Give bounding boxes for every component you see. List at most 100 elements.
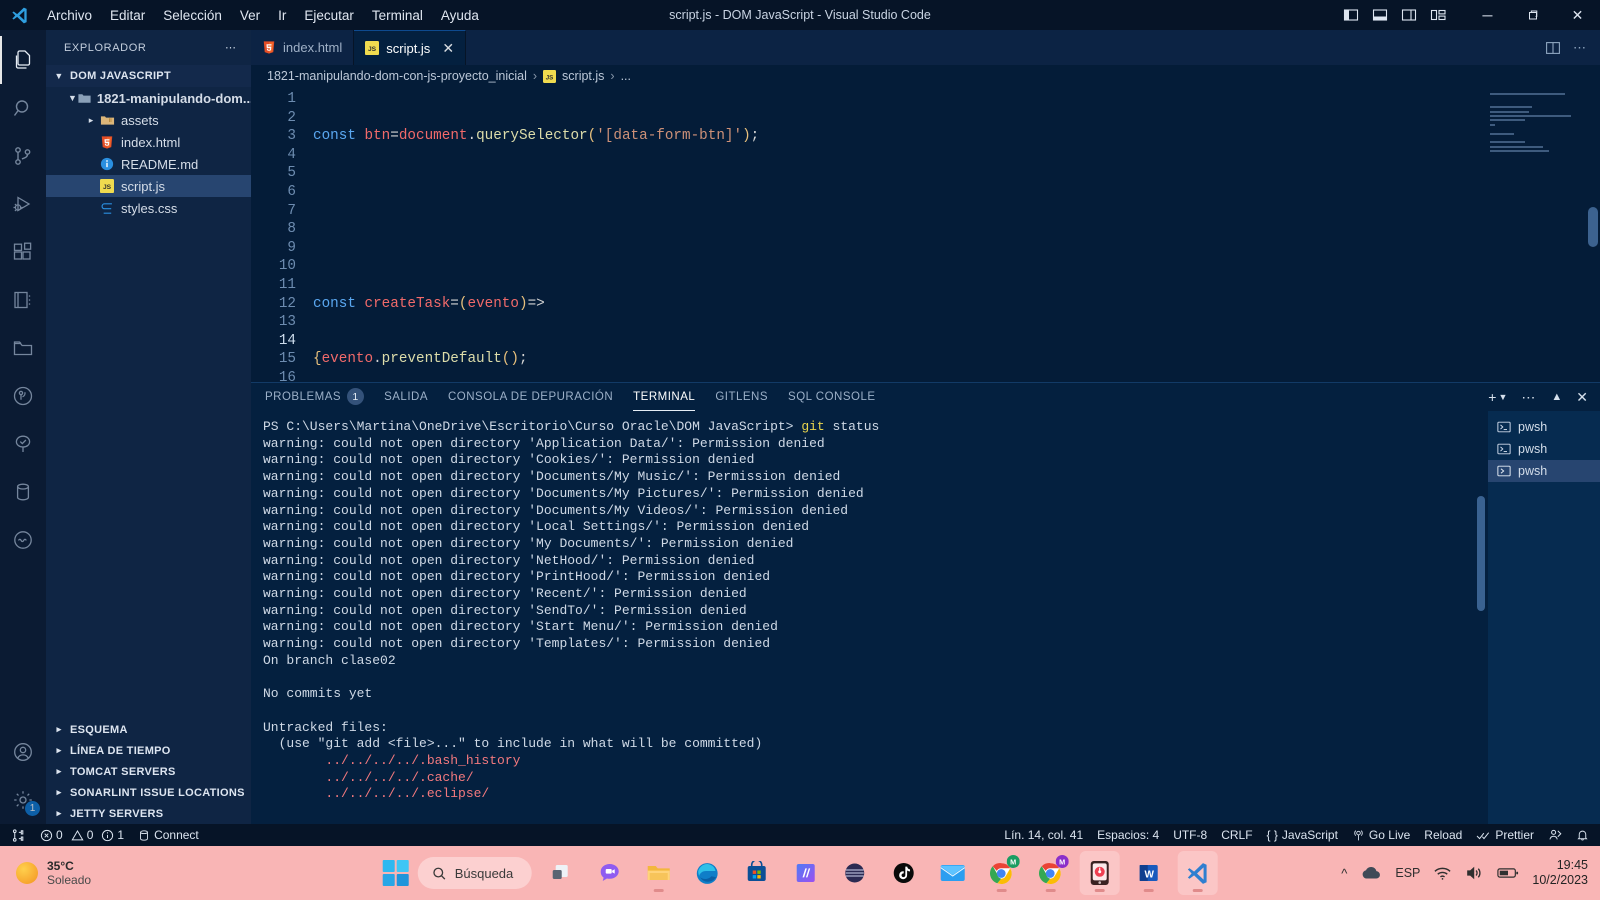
battery-icon[interactable] — [1497, 866, 1519, 880]
terminal-instance[interactable]: pwsh — [1488, 460, 1600, 482]
cursor-position[interactable]: Lín. 14, col. 41 — [997, 824, 1090, 846]
close-button[interactable]: ✕ — [1555, 0, 1600, 30]
go-live-button[interactable]: Go Live — [1345, 824, 1417, 846]
toggle-secondary-sidebar-icon[interactable] — [1396, 2, 1422, 28]
tree-item-index-html[interactable]: index.html — [46, 131, 251, 153]
tree-item-project-folder[interactable]: ▼ 1821-manipulando-dom... — [46, 87, 251, 109]
taskbar-app-mail[interactable] — [932, 851, 972, 895]
panel-tabs[interactable]: PROBLEMAS 1 SALIDA CONSOLA DE DEPURACIÓN… — [251, 383, 1600, 411]
menu-ir[interactable]: Ir — [269, 4, 295, 27]
tree-item-assets[interactable]: ▸ assets — [46, 109, 251, 131]
taskbar-app-file-explorer[interactable] — [638, 851, 678, 895]
notifications-bell[interactable] — [1569, 824, 1596, 846]
menu-ayuda[interactable]: Ayuda — [432, 4, 488, 27]
taskbar-app-microsoft-edge[interactable] — [687, 851, 727, 895]
manage-settings-button[interactable]: 1 — [0, 776, 46, 824]
new-terminal-icon[interactable]: + ▼ — [1488, 389, 1507, 405]
minimap[interactable] — [1490, 93, 1582, 154]
database-connect-button[interactable]: Connect — [131, 824, 206, 846]
eol[interactable]: CRLF — [1214, 824, 1259, 846]
tray-overflow-icon[interactable]: ^ — [1341, 866, 1347, 881]
sidebar-item-extensions[interactable] — [0, 228, 46, 276]
terminal-instance[interactable]: pwsh — [1488, 416, 1600, 438]
taskbar-app-chat[interactable] — [589, 851, 629, 895]
cloud-icon[interactable] — [1360, 865, 1382, 881]
breadcrumb-symbol[interactable]: ... — [621, 69, 631, 83]
customize-layout-icon[interactable] — [1425, 2, 1451, 28]
panel-more-icon[interactable]: ⋯ — [1521, 389, 1537, 406]
taskbar-app-tiktok[interactable] — [883, 851, 923, 895]
taskbar-app-media-player[interactable] — [1079, 851, 1120, 895]
taskbar-app-task-view[interactable] — [540, 851, 580, 895]
tab-index-html[interactable]: index.html — [251, 30, 355, 65]
workspace-root-header[interactable]: ▼ DOM JAVASCRIPT — [46, 65, 251, 87]
sidebar-item-project-manager[interactable] — [0, 324, 46, 372]
taskbar-app-word[interactable]: W — [1128, 851, 1168, 895]
file-tree[interactable]: ▼ DOM JAVASCRIPT ▼ 1821-manipulando-dom.… — [46, 65, 251, 719]
accounts-button[interactable] — [0, 728, 46, 776]
sidebar-item-gitlens[interactable] — [0, 372, 46, 420]
minimize-button[interactable]: ─ — [1465, 0, 1510, 30]
volume-icon[interactable] — [1465, 865, 1484, 881]
menu-archivo[interactable]: Archivo — [38, 4, 101, 27]
sidebar-item-explorer[interactable] — [0, 36, 46, 84]
sidebar-section-linea-de-tiempo[interactable]: ▸ LÍNEA DE TIEMPO — [46, 740, 251, 761]
menu-bar[interactable]: Archivo Editar Selección Ver Ir Ejecutar… — [38, 4, 488, 27]
tree-item-script-js[interactable]: JS script.js — [46, 175, 251, 197]
editor-more-actions-icon[interactable]: ⋯ — [1573, 40, 1588, 56]
taskbar-app-visual-studio-code[interactable] — [1177, 851, 1218, 895]
taskbar-app-dark-circle[interactable] — [834, 851, 874, 895]
explorer-more-icon[interactable]: ⋯ — [217, 41, 245, 54]
taskbar-app-autocad[interactable] — [785, 851, 825, 895]
tab-gitlens[interactable]: GITLENS — [715, 383, 768, 411]
reload-button[interactable]: Reload — [1417, 824, 1469, 846]
language-mode[interactable]: { } JavaScript — [1260, 824, 1345, 846]
search-taskbar[interactable]: Búsqueda — [417, 857, 532, 889]
tab-terminal[interactable]: TERMINAL — [633, 383, 696, 411]
prettier-button[interactable]: Prettier — [1469, 824, 1541, 846]
sidebar-item-live-share[interactable] — [0, 516, 46, 564]
menu-seleccion[interactable]: Selección — [154, 4, 231, 27]
breadcrumb[interactable]: 1821-manipulando-dom-con-js-proyecto_ini… — [251, 65, 1600, 87]
breadcrumb-project[interactable]: 1821-manipulando-dom-con-js-proyecto_ini… — [267, 69, 527, 83]
live-share-status[interactable] — [1541, 824, 1569, 846]
taskbar-app-chrome-profile-2[interactable]: M — [1030, 851, 1070, 895]
clock[interactable]: 19:45 10/2/2023 — [1532, 858, 1588, 888]
sidebar-item-sonarlint[interactable] — [0, 420, 46, 468]
editor-scrollbar[interactable] — [1588, 207, 1598, 247]
sidebar-item-search[interactable] — [0, 84, 46, 132]
menu-ejecutar[interactable]: Ejecutar — [295, 4, 363, 27]
tree-item-styles-css[interactable]: styles.css — [46, 197, 251, 219]
tab-problemas[interactable]: PROBLEMAS 1 — [265, 383, 365, 411]
language-indicator[interactable]: ESP — [1395, 866, 1420, 880]
wifi-icon[interactable] — [1433, 865, 1452, 881]
terminal-instances-list[interactable]: pwsh pwsh pwsh — [1488, 411, 1600, 824]
maximize-panel-icon[interactable]: ▲ — [1551, 391, 1562, 403]
code-editor[interactable]: 1 2 3 4 5 6 7 8 9 10 11 12 13 14 15 16 c… — [251, 87, 1600, 382]
tree-item-readme-md[interactable]: README.md — [46, 153, 251, 175]
terminal-instance[interactable]: pwsh — [1488, 438, 1600, 460]
toggle-primary-sidebar-icon[interactable] — [1338, 2, 1364, 28]
sidebar-section-tomcat-servers[interactable]: ▸ TOMCAT SERVERS — [46, 761, 251, 782]
sidebar-item-source-control[interactable] — [0, 132, 46, 180]
terminal-output[interactable]: PS C:\Users\Martina\OneDrive\Escritorio\… — [251, 411, 1488, 824]
close-panel-icon[interactable]: ✕ — [1576, 389, 1588, 406]
menu-terminal[interactable]: Terminal — [363, 4, 432, 27]
tab-sql-console[interactable]: SQL CONSOLE — [788, 383, 876, 411]
tab-salida[interactable]: SALIDA — [384, 383, 428, 411]
menu-ver[interactable]: Ver — [231, 4, 269, 27]
toggle-panel-icon[interactable] — [1367, 2, 1393, 28]
close-icon[interactable]: ✕ — [442, 40, 454, 57]
taskbar-app-chrome-profile-1[interactable]: M — [981, 851, 1021, 895]
encoding[interactable]: UTF-8 — [1166, 824, 1214, 846]
tab-script-js[interactable]: JS script.js ✕ — [354, 30, 467, 65]
sidebar-section-sonarlint-issue-locations[interactable]: ▸ SONARLINT ISSUE LOCATIONS — [46, 782, 251, 803]
sidebar-item-notebook[interactable] — [0, 276, 46, 324]
terminal-scrollbar[interactable] — [1477, 496, 1485, 611]
weather-widget[interactable]: 35°C Soleado — [0, 859, 91, 887]
remote-indicator[interactable] — [4, 824, 33, 846]
code-content[interactable]: const btn=document.querySelector('[data-… — [307, 90, 1600, 382]
split-editor-icon[interactable] — [1545, 40, 1561, 56]
maximize-button[interactable] — [1510, 0, 1555, 30]
menu-editar[interactable]: Editar — [101, 4, 154, 27]
